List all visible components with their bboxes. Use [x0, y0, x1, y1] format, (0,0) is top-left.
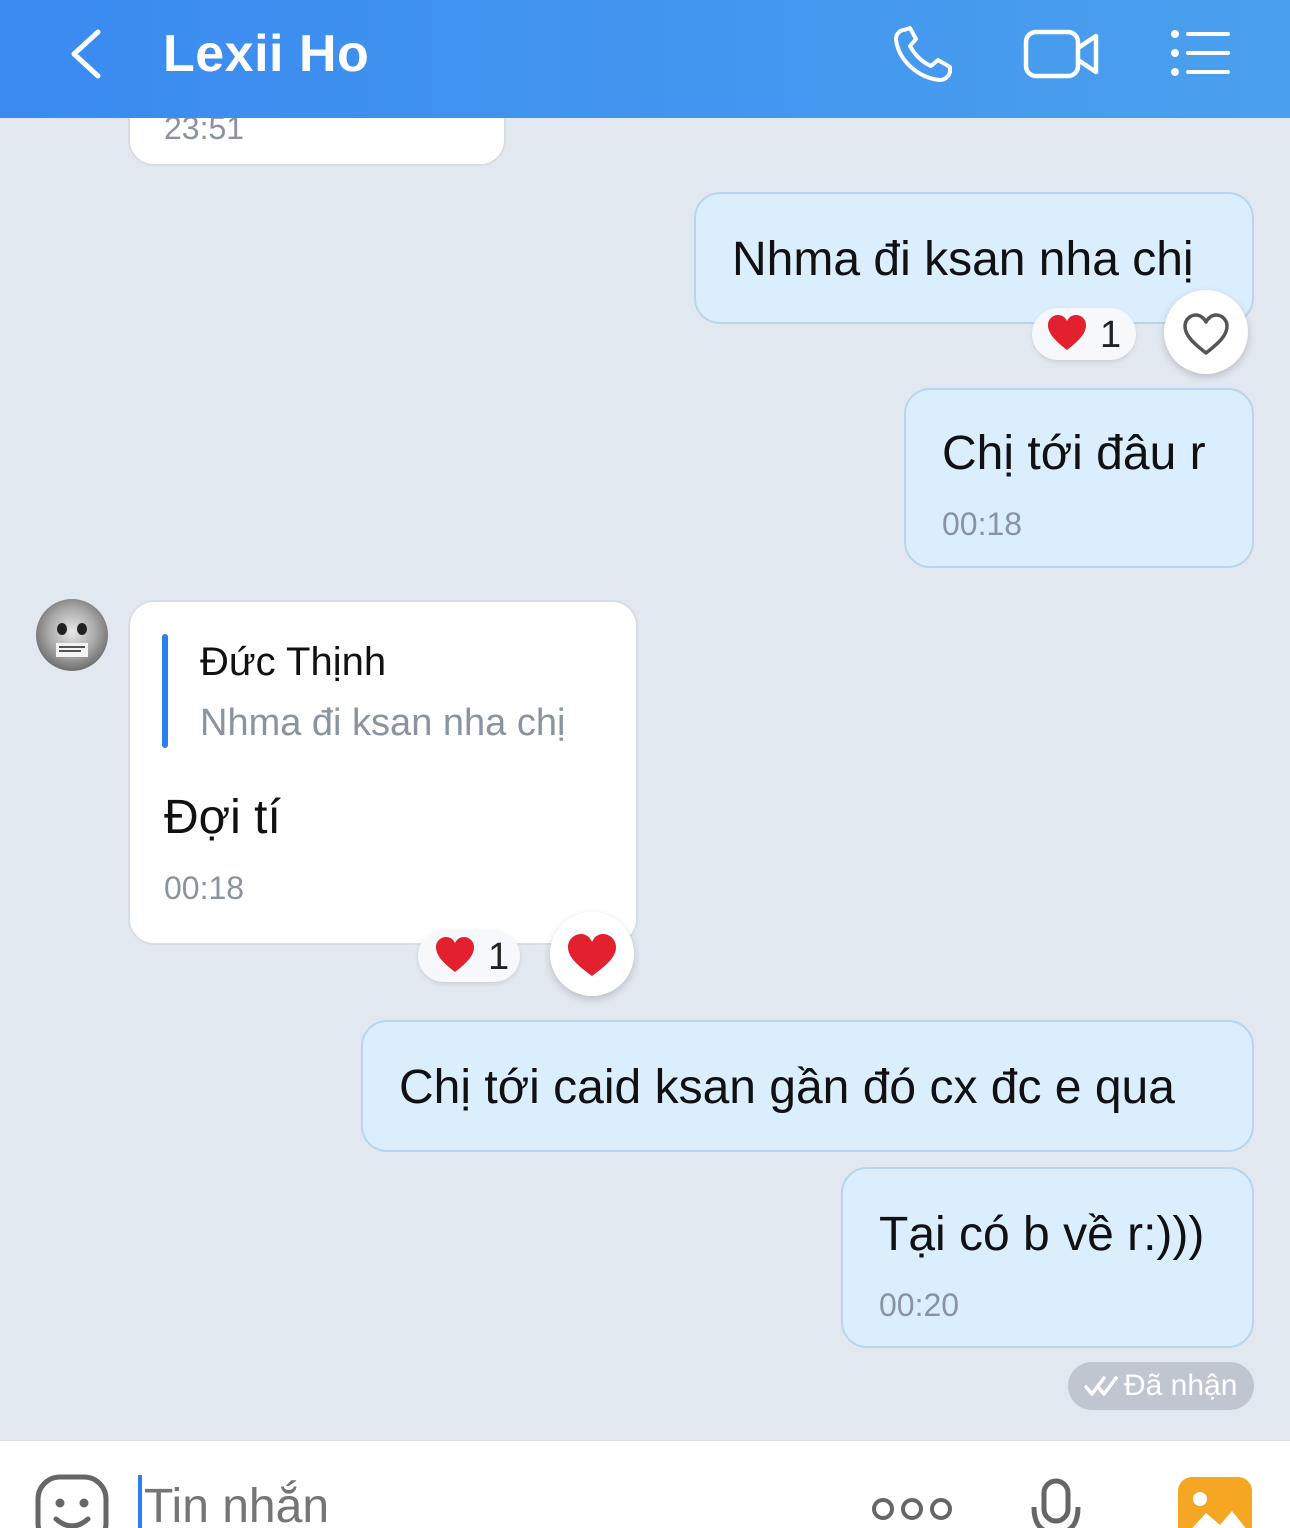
gallery-button[interactable] — [1178, 1477, 1252, 1528]
video-call-button[interactable] — [1022, 22, 1102, 86]
microphone-icon — [1031, 1478, 1081, 1528]
double-check-icon — [1084, 1376, 1118, 1396]
text-caret — [138, 1475, 142, 1528]
phone-icon — [894, 26, 952, 82]
back-button[interactable] — [62, 22, 122, 86]
quote-author: Đức Thịnh — [200, 640, 387, 684]
delivery-status: Đã nhận — [1068, 1362, 1254, 1410]
reaction-count: 1 — [488, 936, 510, 978]
message-text: Nhma đi ksan nha chị — [732, 233, 1194, 286]
message-bubble-incoming[interactable]: 23:51 — [128, 118, 506, 166]
heart-emoji-icon — [1046, 313, 1088, 363]
message-time: 00:20 — [879, 1287, 960, 1323]
avatar[interactable] — [36, 599, 108, 671]
message-input[interactable] — [144, 1471, 784, 1528]
more-button[interactable] — [870, 1493, 954, 1525]
reaction-summary[interactable]: 1 — [418, 930, 520, 982]
quote-bar — [162, 634, 168, 748]
react-button[interactable] — [550, 912, 634, 996]
avatar-image — [56, 623, 88, 657]
message-text: Đợi tí — [164, 791, 281, 844]
voice-button[interactable] — [1030, 1477, 1082, 1528]
message-time: 00:18 — [164, 870, 245, 906]
delivery-status-text: Đã nhận — [1124, 1369, 1238, 1402]
menu-button[interactable] — [1166, 22, 1236, 86]
heart-emoji-icon — [434, 935, 476, 985]
more-dots-icon — [872, 1498, 952, 1520]
message-text: Tại có b về r:))) — [879, 1208, 1205, 1261]
message-text: Chị tới đâu r — [942, 427, 1206, 480]
video-camera-icon — [1023, 29, 1099, 79]
reply-quote[interactable]: Đức Thịnh Nhma đi ksan nha chị — [162, 634, 602, 748]
message-bubble-incoming[interactable]: Đức Thịnh Nhma đi ksan nha chị Đợi tí 00… — [128, 600, 638, 945]
call-button[interactable] — [888, 22, 960, 86]
message-bubble-outgoing[interactable]: Tại có b về r:))) 00:20 — [841, 1167, 1254, 1348]
sticker-smile-icon — [35, 1474, 109, 1528]
image-gallery-icon — [1178, 1477, 1252, 1528]
message-text: Chị tới caid ksan gần đó cx đc e qua — [399, 1061, 1175, 1114]
reaction-summary[interactable]: 1 — [1032, 308, 1136, 360]
react-button[interactable] — [1164, 290, 1248, 374]
list-menu-icon — [1171, 30, 1230, 76]
message-time: 23:51 — [164, 118, 245, 146]
sticker-button[interactable] — [34, 1473, 110, 1528]
chevron-left-icon — [71, 29, 101, 79]
reaction-count: 1 — [1100, 314, 1122, 356]
heart-outline-icon — [1183, 313, 1229, 355]
chat-header: Lexii Ho — [0, 0, 1290, 118]
heart-filled-icon — [568, 934, 616, 976]
contact-name[interactable]: Lexii Ho — [163, 24, 369, 84]
message-list[interactable]: 23:51 Nhma đi ksan nha chị 1 Chị tới đâu… — [0, 118, 1290, 1440]
message-bubble-outgoing[interactable]: Chị tới đâu r 00:18 — [904, 388, 1254, 568]
message-bubble-outgoing[interactable]: Chị tới caid ksan gần đó cx đc e qua — [361, 1020, 1254, 1152]
message-composer — [0, 1440, 1290, 1528]
quote-text: Nhma đi ksan nha chị — [200, 702, 566, 744]
message-time: 00:18 — [942, 506, 1023, 542]
